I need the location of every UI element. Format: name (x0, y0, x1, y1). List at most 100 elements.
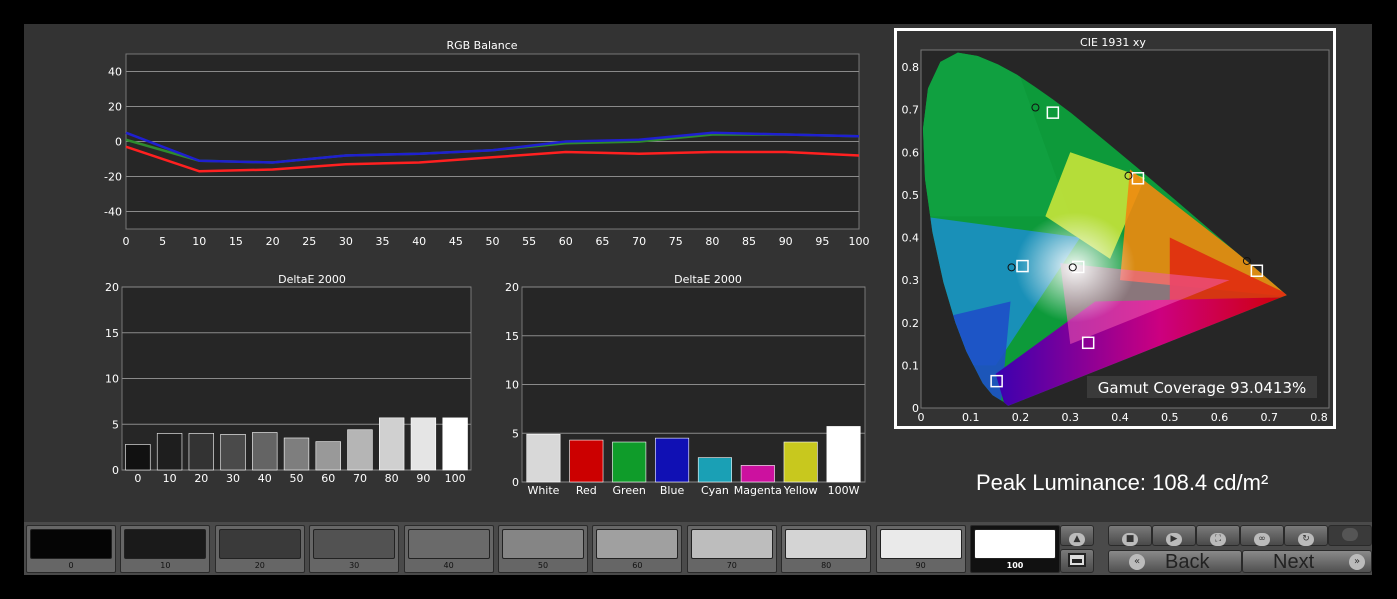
cie-x-tick: 0.3 (1062, 411, 1080, 424)
pattern-button[interactable] (1060, 549, 1094, 573)
back-button[interactable]: « Back (1108, 550, 1242, 573)
patch-button-20[interactable]: 20 (214, 525, 305, 573)
dc-bar-yellow (783, 441, 818, 483)
dc-bar-cyan (697, 457, 732, 483)
rgb-y-tick: 20 (108, 101, 122, 114)
dc-bar-magenta (740, 465, 775, 483)
dc-x-tick: Cyan (701, 484, 729, 497)
stop-icon: ■ (1122, 533, 1138, 546)
rgb-x-tick: 30 (339, 235, 353, 248)
patch-label: 50 (537, 561, 549, 570)
rgb-x-tick: 95 (815, 235, 829, 248)
dg-bar-0 (125, 444, 151, 471)
dc-bar-100w (826, 426, 861, 483)
stop-button[interactable]: ■ (1108, 525, 1152, 546)
patch-button-0[interactable]: 0 (26, 525, 116, 573)
patch-button-90[interactable]: 90 (875, 525, 966, 573)
patch-swatch (974, 529, 1056, 559)
rgb-x-tick: 35 (376, 235, 390, 248)
dg-bar-90 (410, 417, 437, 471)
dc-bar-red (569, 439, 604, 483)
up-icon: ▲ (1069, 533, 1085, 546)
patch-label: 40 (443, 561, 454, 570)
dc-x-tick: Yellow (783, 484, 818, 497)
patch-label: 60 (632, 561, 643, 570)
patch-button-80[interactable]: 80 (781, 525, 872, 573)
play-icon: ▶ (1166, 533, 1182, 546)
play-button[interactable]: ▶ (1152, 525, 1196, 546)
patch-button-10[interactable]: 10 (120, 525, 211, 573)
patch-label: 0 (68, 561, 74, 570)
rgb-x-tick: 70 (632, 235, 646, 248)
chevron-right-icon: » (1349, 554, 1365, 570)
patch-label: 70 (726, 561, 737, 570)
patch-swatch (30, 529, 112, 559)
dg-x-tick: 30 (226, 472, 240, 485)
patch-label: 20 (254, 561, 265, 570)
rgb-x-tick: 90 (779, 235, 793, 248)
patch-swatch (690, 529, 773, 559)
cie-y-tick: 0.5 (902, 189, 920, 202)
refresh-button[interactable]: ↻ (1284, 525, 1328, 546)
rgb-y-tick: -20 (104, 171, 122, 184)
deltae-color-chart: DeltaE 2000 20 15 10 5 0 White Red Green Blue Cya… (505, 273, 866, 497)
cie-y-tick: 0.8 (902, 61, 920, 74)
patch-label: 10 (160, 561, 171, 570)
patch-swatch (596, 529, 679, 559)
dc-bar-white (526, 433, 561, 483)
up-button[interactable]: ▲ (1060, 525, 1094, 546)
dg-x-tick: 70 (353, 472, 367, 485)
rgb-balance-title: RGB Balance (446, 39, 517, 52)
patch-swatch (879, 529, 962, 559)
patch-label: 90 (915, 561, 926, 570)
cie-y-tick: 0.1 (902, 359, 920, 372)
dg-bar-30 (220, 434, 246, 471)
dg-bar-20 (188, 433, 214, 471)
dg-x-tick: 40 (258, 472, 272, 485)
rgb-x-tick: 75 (669, 235, 683, 248)
next-button[interactable]: Next » (1242, 550, 1372, 573)
dg-x-tick: 10 (163, 472, 177, 485)
patch-button-70[interactable]: 70 (686, 525, 777, 573)
patch-button-100[interactable]: 100 (970, 525, 1060, 573)
cie-1931-chart: CIE 1931 xy 0.80.70.60.50.40.30.20.10 00… (902, 36, 1330, 424)
cie-x-tick: 0.4 (1111, 411, 1129, 424)
patch-swatch (124, 529, 207, 559)
dg-x-tick: 60 (321, 472, 335, 485)
dg-bar-70 (347, 429, 373, 471)
cie-y-tick: 0.2 (902, 317, 920, 330)
rgb-x-tick: 40 (412, 235, 426, 248)
patch-button-60[interactable]: 60 (592, 525, 683, 573)
dg-bar-80 (379, 417, 405, 471)
refresh-icon: ↻ (1298, 533, 1314, 546)
dc-y-tick: 5 (512, 427, 519, 440)
dc-x-tick: Blue (660, 484, 685, 497)
patch-button-40[interactable]: 40 (403, 525, 494, 573)
patch-swatch (313, 529, 396, 559)
fullscreen-button[interactable]: ⛶ (1196, 525, 1240, 546)
dc-x-tick: Red (576, 484, 597, 497)
dg-x-tick: 90 (416, 472, 430, 485)
patch-button-50[interactable]: 50 (498, 525, 588, 573)
cie-x-tick: 0 (918, 411, 925, 424)
fullscreen-icon: ⛶ (1210, 533, 1226, 546)
rgb-x-tick: 60 (559, 235, 573, 248)
rgb-y-tick: 40 (108, 66, 122, 79)
loop-button[interactable]: ∞ (1240, 525, 1284, 546)
dg-x-tick: 80 (385, 472, 399, 485)
patch-label: 100 (1006, 561, 1024, 570)
patch-toolbar: 0 10 20 30 40 50 60 70 80 90 100 ▲ ■ ▶ ⛶ ∞ ↻ « Bac… (24, 522, 1372, 575)
rgb-y-tick: 0 (115, 136, 122, 149)
cie-y-tick: 0.7 (902, 104, 920, 117)
cie-title: CIE 1931 xy (1080, 36, 1146, 49)
dg-bar-50 (283, 437, 310, 471)
dg-bar-40 (252, 432, 278, 471)
gamut-coverage-label: Gamut Coverage 93.0413% (1098, 379, 1307, 397)
patch-swatch (407, 529, 490, 559)
blank-button[interactable] (1328, 525, 1372, 546)
rgb-x-tick: 50 (486, 235, 500, 248)
deltae-color-title: DeltaE 2000 (674, 273, 742, 286)
dg-bar-60 (315, 441, 341, 471)
rgb-x-tick: 25 (302, 235, 316, 248)
patch-button-30[interactable]: 30 (309, 525, 400, 573)
